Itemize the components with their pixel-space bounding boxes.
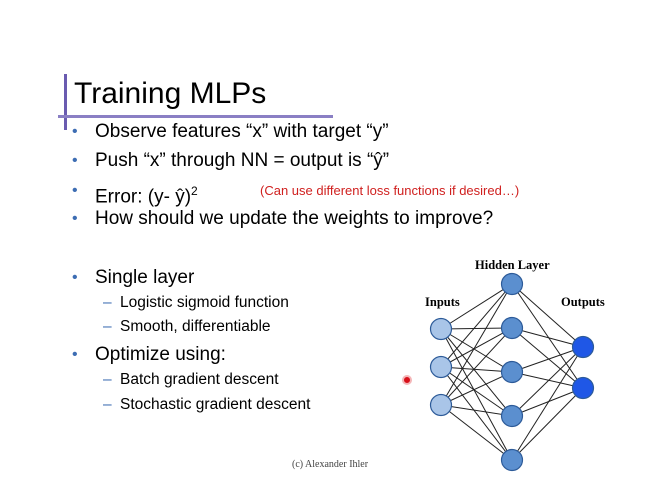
network-edge (511, 387, 584, 417)
network-edge (511, 346, 584, 461)
input-node (429, 393, 453, 417)
input-node (429, 355, 453, 379)
network-edge (440, 327, 513, 368)
outputs-label: Outputs (561, 295, 605, 309)
network-edge (440, 328, 513, 461)
hidden-node (500, 316, 524, 340)
hidden-layer-label: Hidden Layer (475, 258, 550, 272)
hidden-node (500, 448, 524, 472)
network-edge (440, 371, 513, 406)
network-edge (511, 346, 584, 373)
output-node (571, 335, 595, 359)
hidden-node (500, 360, 524, 384)
neural-network-diagram (429, 272, 595, 472)
network-edge (511, 387, 584, 461)
hidden-node (500, 272, 524, 296)
slide: Training MLPs • Observe features “x” wit… (0, 0, 667, 500)
input-node (429, 317, 453, 341)
pointer-cursor-icon (402, 375, 412, 385)
inputs-label: Inputs (425, 295, 460, 309)
hidden-node (500, 404, 524, 428)
footer-credit: (c) Alexander Ihler (292, 459, 369, 470)
output-node (571, 376, 595, 400)
